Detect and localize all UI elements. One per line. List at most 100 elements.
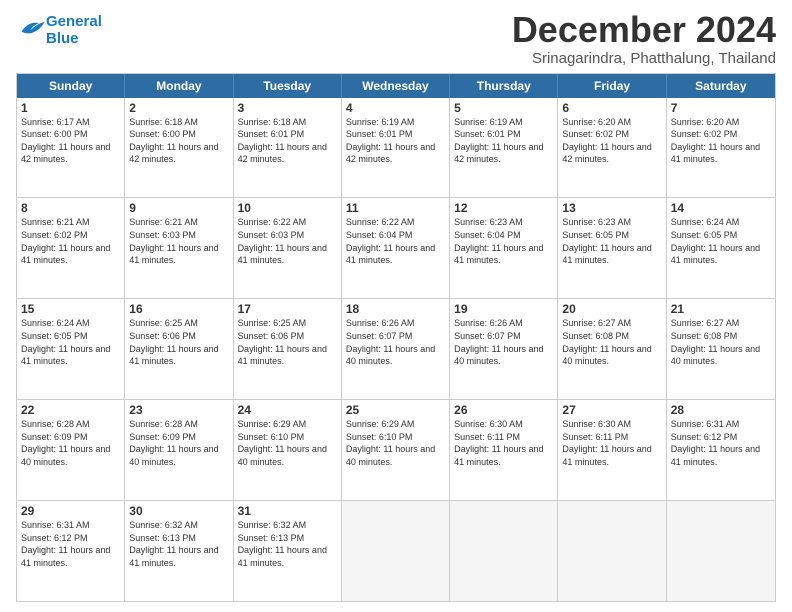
day-info: Sunrise: 6:20 AMSunset: 6:02 PMDaylight:… [562, 116, 661, 166]
day-info: Sunrise: 6:27 AMSunset: 6:08 PMDaylight:… [562, 317, 661, 367]
cal-header-sunday: Sunday [17, 74, 125, 98]
cal-cell-14: 14Sunrise: 6:24 AMSunset: 6:05 PMDayligh… [667, 198, 775, 298]
day-info: Sunrise: 6:32 AMSunset: 6:13 PMDaylight:… [129, 519, 228, 569]
day-info: Sunrise: 6:28 AMSunset: 6:09 PMDaylight:… [21, 418, 120, 468]
day-number: 16 [129, 302, 228, 316]
calendar: SundayMondayTuesdayWednesdayThursdayFrid… [16, 73, 776, 602]
cal-cell-13: 13Sunrise: 6:23 AMSunset: 6:05 PMDayligh… [558, 198, 666, 298]
day-info: Sunrise: 6:20 AMSunset: 6:02 PMDaylight:… [671, 116, 771, 166]
day-info: Sunrise: 6:24 AMSunset: 6:05 PMDaylight:… [21, 317, 120, 367]
day-info: Sunrise: 6:26 AMSunset: 6:07 PMDaylight:… [346, 317, 445, 367]
day-info: Sunrise: 6:31 AMSunset: 6:12 PMDaylight:… [21, 519, 120, 569]
day-info: Sunrise: 6:29 AMSunset: 6:10 PMDaylight:… [238, 418, 337, 468]
day-number: 3 [238, 101, 337, 115]
day-info: Sunrise: 6:25 AMSunset: 6:06 PMDaylight:… [238, 317, 337, 367]
subtitle: Srinagarindra, Phatthalung, Thailand [512, 50, 776, 67]
cal-cell-2: 2Sunrise: 6:18 AMSunset: 6:00 PMDaylight… [125, 98, 233, 198]
day-number: 5 [454, 101, 553, 115]
cal-cell-24: 24Sunrise: 6:29 AMSunset: 6:10 PMDayligh… [234, 400, 342, 500]
day-info: Sunrise: 6:24 AMSunset: 6:05 PMDaylight:… [671, 216, 771, 266]
cal-week-4: 22Sunrise: 6:28 AMSunset: 6:09 PMDayligh… [17, 400, 775, 501]
cal-header-monday: Monday [125, 74, 233, 98]
cal-cell-27: 27Sunrise: 6:30 AMSunset: 6:11 PMDayligh… [558, 400, 666, 500]
day-info: Sunrise: 6:27 AMSunset: 6:08 PMDaylight:… [671, 317, 771, 367]
cal-cell-1: 1Sunrise: 6:17 AMSunset: 6:00 PMDaylight… [17, 98, 125, 198]
cal-cell-9: 9Sunrise: 6:21 AMSunset: 6:03 PMDaylight… [125, 198, 233, 298]
day-number: 21 [671, 302, 771, 316]
cal-cell-4: 4Sunrise: 6:19 AMSunset: 6:01 PMDaylight… [342, 98, 450, 198]
day-number: 6 [562, 101, 661, 115]
header: General Blue December 2024 Srinagarindra… [16, 10, 776, 67]
cal-cell-19: 19Sunrise: 6:26 AMSunset: 6:07 PMDayligh… [450, 299, 558, 399]
day-number: 25 [346, 403, 445, 417]
page: General Blue December 2024 Srinagarindra… [0, 0, 792, 612]
cal-cell-empty-6 [667, 501, 775, 601]
cal-week-2: 8Sunrise: 6:21 AMSunset: 6:02 PMDaylight… [17, 198, 775, 299]
title-block: December 2024 Srinagarindra, Phatthalung… [512, 10, 776, 67]
cal-header-thursday: Thursday [450, 74, 558, 98]
day-info: Sunrise: 6:29 AMSunset: 6:10 PMDaylight:… [346, 418, 445, 468]
cal-cell-empty-4 [450, 501, 558, 601]
day-number: 30 [129, 504, 228, 518]
day-number: 8 [21, 201, 120, 215]
day-number: 18 [346, 302, 445, 316]
day-info: Sunrise: 6:30 AMSunset: 6:11 PMDaylight:… [562, 418, 661, 468]
day-number: 11 [346, 201, 445, 215]
day-info: Sunrise: 6:30 AMSunset: 6:11 PMDaylight:… [454, 418, 553, 468]
day-number: 15 [21, 302, 120, 316]
day-number: 7 [671, 101, 771, 115]
cal-cell-15: 15Sunrise: 6:24 AMSunset: 6:05 PMDayligh… [17, 299, 125, 399]
day-info: Sunrise: 6:26 AMSunset: 6:07 PMDaylight:… [454, 317, 553, 367]
day-number: 22 [21, 403, 120, 417]
cal-cell-11: 11Sunrise: 6:22 AMSunset: 6:04 PMDayligh… [342, 198, 450, 298]
day-info: Sunrise: 6:23 AMSunset: 6:04 PMDaylight:… [454, 216, 553, 266]
day-info: Sunrise: 6:28 AMSunset: 6:09 PMDaylight:… [129, 418, 228, 468]
day-info: Sunrise: 6:21 AMSunset: 6:03 PMDaylight:… [129, 216, 228, 266]
day-info: Sunrise: 6:19 AMSunset: 6:01 PMDaylight:… [346, 116, 445, 166]
calendar-body: 1Sunrise: 6:17 AMSunset: 6:00 PMDaylight… [17, 98, 775, 601]
day-number: 27 [562, 403, 661, 417]
day-info: Sunrise: 6:25 AMSunset: 6:06 PMDaylight:… [129, 317, 228, 367]
day-number: 19 [454, 302, 553, 316]
day-number: 31 [238, 504, 337, 518]
cal-cell-12: 12Sunrise: 6:23 AMSunset: 6:04 PMDayligh… [450, 198, 558, 298]
cal-week-1: 1Sunrise: 6:17 AMSunset: 6:00 PMDaylight… [17, 98, 775, 199]
cal-cell-10: 10Sunrise: 6:22 AMSunset: 6:03 PMDayligh… [234, 198, 342, 298]
cal-header-wednesday: Wednesday [342, 74, 450, 98]
day-number: 26 [454, 403, 553, 417]
day-number: 4 [346, 101, 445, 115]
cal-cell-empty-3 [342, 501, 450, 601]
cal-cell-22: 22Sunrise: 6:28 AMSunset: 6:09 PMDayligh… [17, 400, 125, 500]
cal-cell-3: 3Sunrise: 6:18 AMSunset: 6:01 PMDaylight… [234, 98, 342, 198]
day-info: Sunrise: 6:18 AMSunset: 6:01 PMDaylight:… [238, 116, 337, 166]
cal-cell-31: 31Sunrise: 6:32 AMSunset: 6:13 PMDayligh… [234, 501, 342, 601]
cal-cell-16: 16Sunrise: 6:25 AMSunset: 6:06 PMDayligh… [125, 299, 233, 399]
logo: General Blue [16, 14, 102, 47]
cal-cell-18: 18Sunrise: 6:26 AMSunset: 6:07 PMDayligh… [342, 299, 450, 399]
cal-week-5: 29Sunrise: 6:31 AMSunset: 6:12 PMDayligh… [17, 501, 775, 601]
day-info: Sunrise: 6:32 AMSunset: 6:13 PMDaylight:… [238, 519, 337, 569]
day-number: 23 [129, 403, 228, 417]
day-info: Sunrise: 6:18 AMSunset: 6:00 PMDaylight:… [129, 116, 228, 166]
day-info: Sunrise: 6:23 AMSunset: 6:05 PMDaylight:… [562, 216, 661, 266]
cal-cell-empty-5 [558, 501, 666, 601]
cal-header-saturday: Saturday [667, 74, 775, 98]
day-info: Sunrise: 6:22 AMSunset: 6:03 PMDaylight:… [238, 216, 337, 266]
day-info: Sunrise: 6:31 AMSunset: 6:12 PMDaylight:… [671, 418, 771, 468]
day-number: 24 [238, 403, 337, 417]
cal-cell-26: 26Sunrise: 6:30 AMSunset: 6:11 PMDayligh… [450, 400, 558, 500]
logo-text: General Blue [46, 14, 102, 47]
main-title: December 2024 [512, 10, 776, 50]
day-number: 2 [129, 101, 228, 115]
cal-cell-8: 8Sunrise: 6:21 AMSunset: 6:02 PMDaylight… [17, 198, 125, 298]
day-info: Sunrise: 6:21 AMSunset: 6:02 PMDaylight:… [21, 216, 120, 266]
day-number: 28 [671, 403, 771, 417]
day-number: 10 [238, 201, 337, 215]
cal-cell-17: 17Sunrise: 6:25 AMSunset: 6:06 PMDayligh… [234, 299, 342, 399]
logo-icon [18, 17, 46, 39]
day-number: 1 [21, 101, 120, 115]
day-number: 13 [562, 201, 661, 215]
day-info: Sunrise: 6:22 AMSunset: 6:04 PMDaylight:… [346, 216, 445, 266]
day-number: 12 [454, 201, 553, 215]
calendar-header-row: SundayMondayTuesdayWednesdayThursdayFrid… [17, 74, 775, 98]
